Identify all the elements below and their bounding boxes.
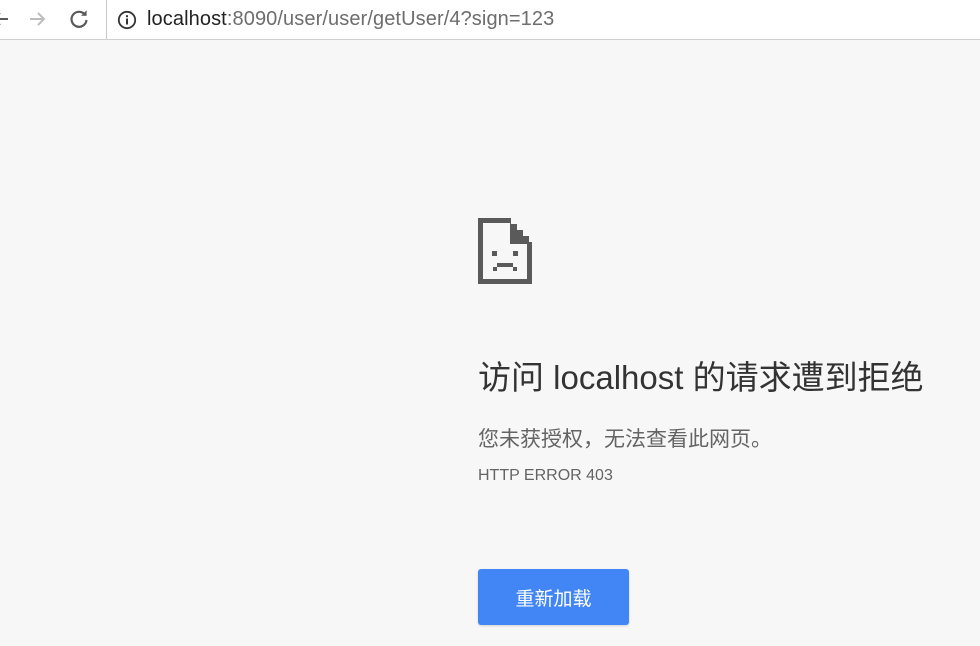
error-description: 您未获授权，无法查看此网页。 — [478, 428, 772, 451]
url-text[interactable]: localhost:8090/user/user/getUser/4?sign=… — [147, 8, 554, 31]
url-host: localhost — [147, 8, 227, 30]
error-code: HTTP ERROR 403 — [478, 467, 613, 484]
arrow-right-icon — [30, 12, 46, 26]
url-path: :8090/user/user/getUser/4?sign=123 — [226, 8, 555, 30]
sad-page-icon — [478, 218, 532, 284]
address-bar[interactable]: localhost:8090/user/user/getUser/4?sign=… — [106, 0, 980, 39]
reload-button[interactable] — [64, 4, 94, 34]
browser-toolbar: localhost:8090/user/user/getUser/4?sign=… — [0, 0, 980, 40]
info-icon[interactable] — [117, 10, 137, 30]
back-button[interactable] — [0, 4, 16, 34]
reload-page-button[interactable]: 重新加载 — [478, 569, 629, 625]
error-title: 访问 localhost 的请求遭到拒绝 — [478, 359, 924, 396]
reload-icon — [70, 10, 88, 28]
forward-button[interactable] — [22, 4, 52, 34]
arrow-left-icon — [0, 13, 8, 25]
